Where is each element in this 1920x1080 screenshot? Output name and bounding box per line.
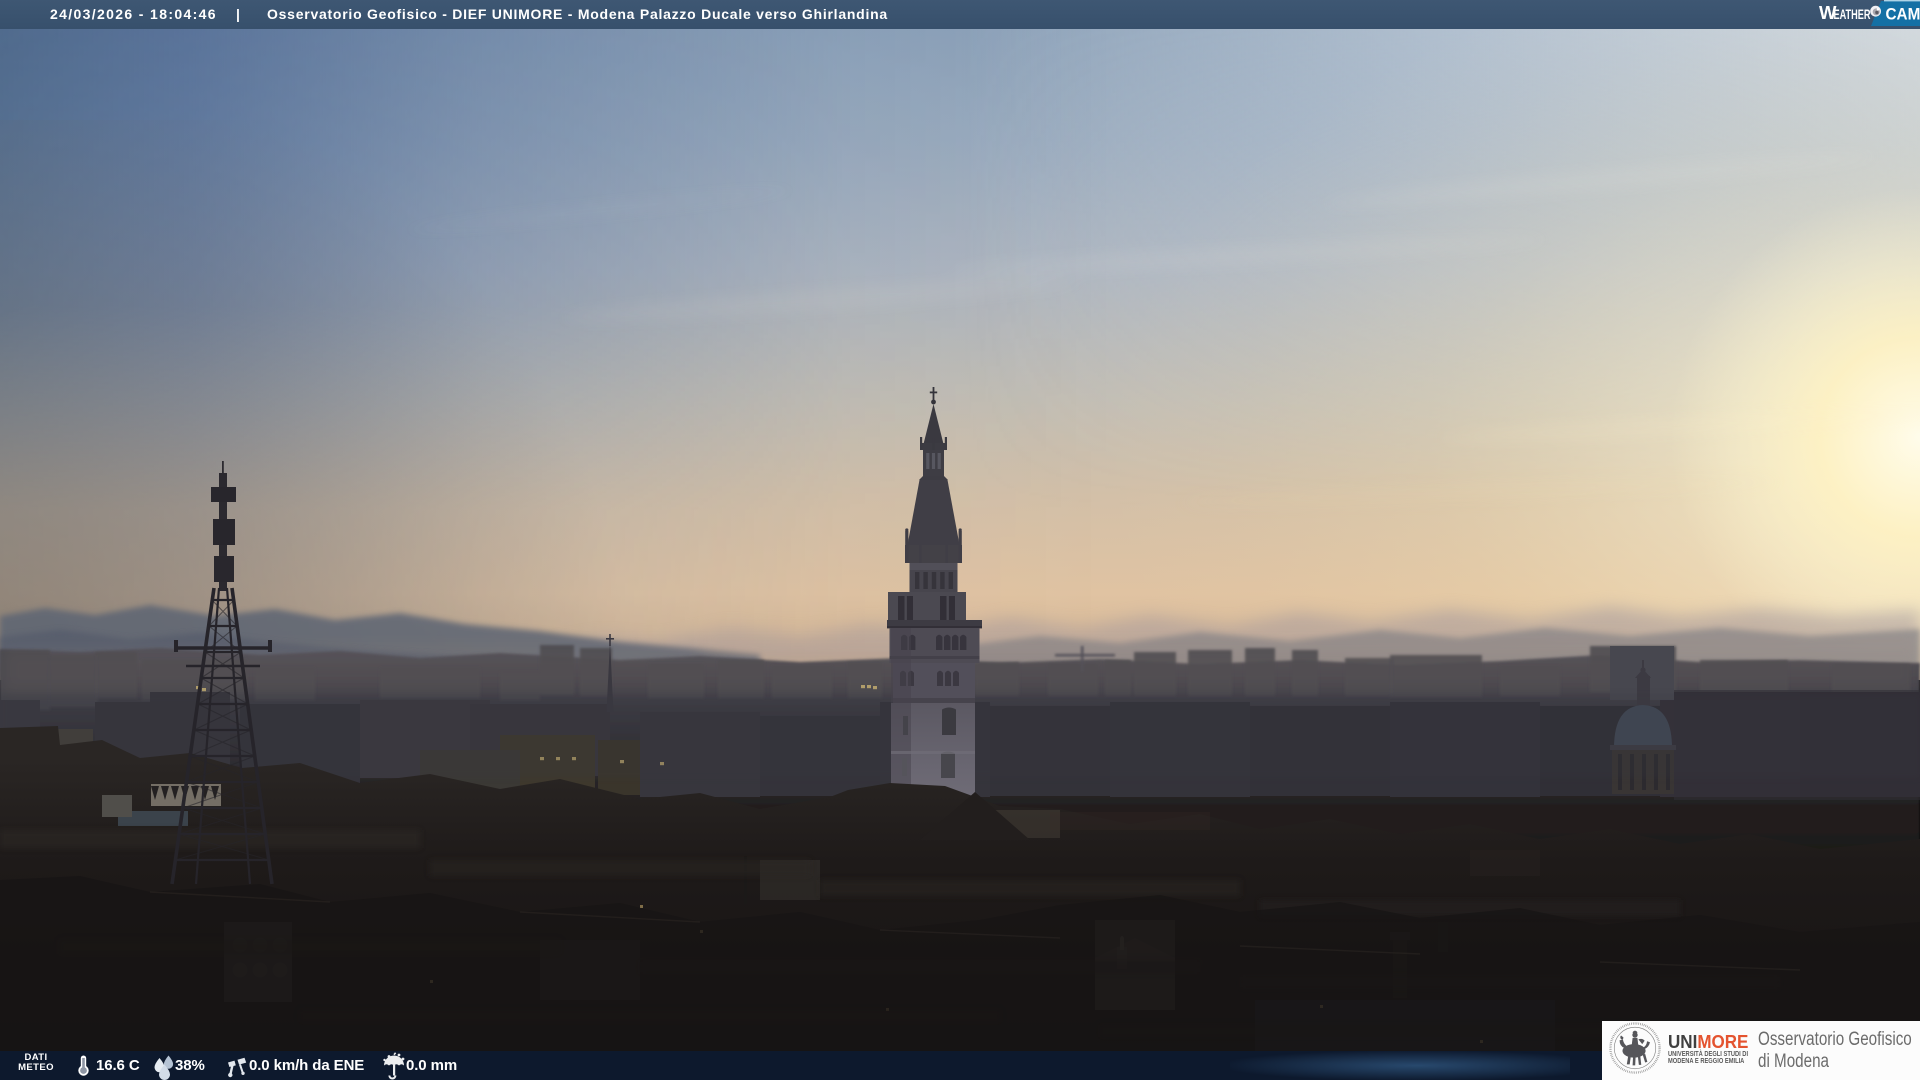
svg-text:CAM: CAM <box>1886 5 1920 24</box>
svg-text:EATHER: EATHER <box>1834 8 1872 22</box>
